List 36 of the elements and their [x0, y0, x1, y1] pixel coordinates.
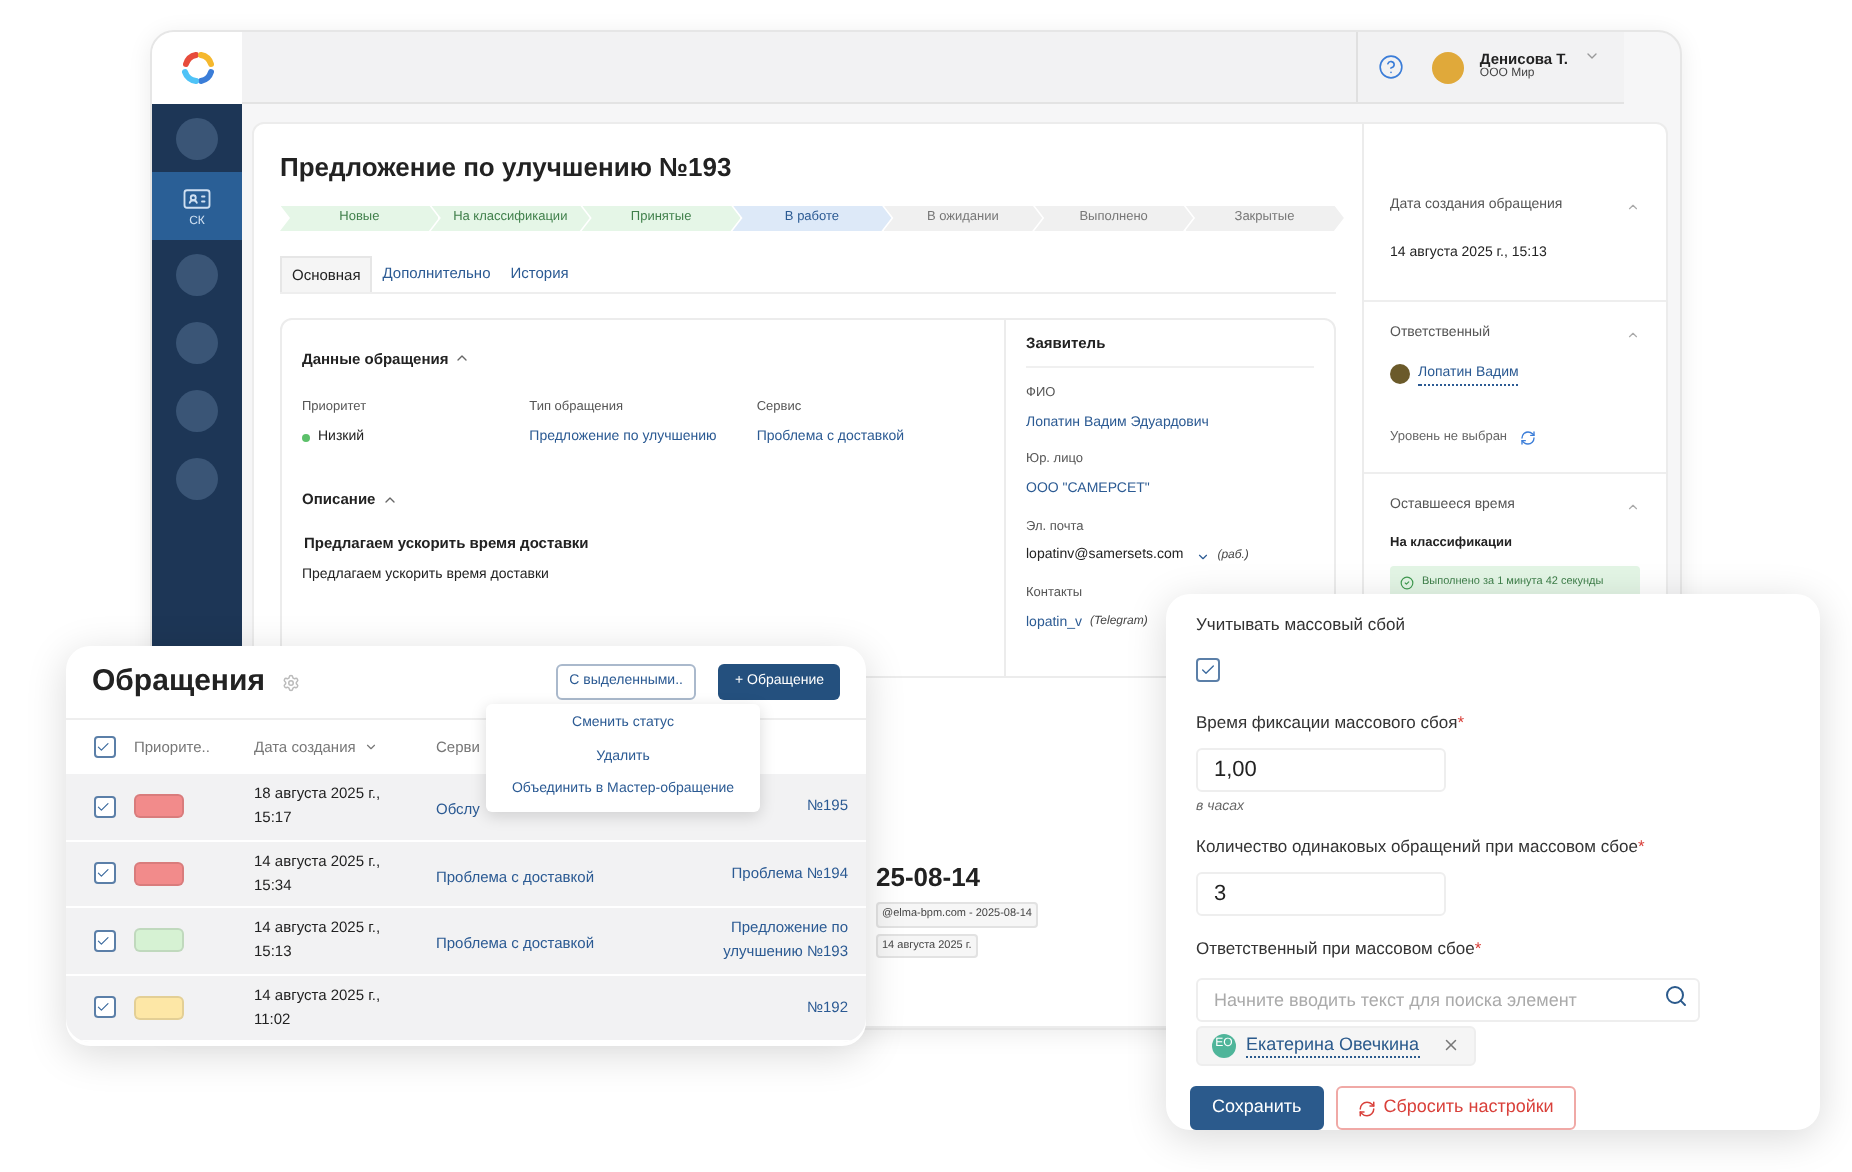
- sort-icon[interactable]: [363, 740, 378, 754]
- help-icon[interactable]: [1377, 54, 1404, 80]
- search-icon[interactable]: [1664, 983, 1688, 1007]
- check-icon: [96, 933, 112, 948]
- refresh-icon[interactable]: [1519, 429, 1536, 446]
- check-icon: [96, 866, 112, 881]
- checkbox[interactable]: [1196, 657, 1220, 682]
- id-card-icon: [182, 184, 212, 214]
- field-label: Время фиксации массового сбоя*: [1196, 709, 1466, 735]
- checkbox[interactable]: [93, 795, 115, 818]
- field-label: Учитывать массовый сбой: [1196, 612, 1407, 638]
- number-field[interactable]: 1,00: [1196, 747, 1446, 791]
- check-icon: [96, 739, 112, 755]
- field-label: Количество одинаковых обращений при массовом сбое*: [1196, 834, 1647, 860]
- search-field[interactable]: Начните вводить текст для поиска элемент: [1196, 977, 1700, 1021]
- ticket-title: Предложение по улучшению №193: [280, 150, 734, 186]
- check-icon: [1200, 661, 1216, 678]
- field-label: Ответственный при массовом сбое*: [1196, 935, 1484, 961]
- check-icon: [96, 1000, 112, 1015]
- history-title: 25-08-14: [876, 859, 981, 896]
- logo-icon: [177, 48, 217, 88]
- checkbox[interactable]: [93, 929, 115, 952]
- refresh-icon: [1357, 1099, 1376, 1117]
- check-icon: [96, 799, 112, 814]
- chevron-down-icon[interactable]: [1195, 550, 1210, 564]
- close-icon[interactable]: [1441, 1036, 1459, 1055]
- card-title: Обращения: [92, 661, 265, 702]
- check-circle-icon: [1400, 575, 1414, 590]
- person-link[interactable]: Екатерина Овечкина: [1246, 1033, 1419, 1058]
- save-button[interactable]: Сохранить: [1190, 1086, 1324, 1130]
- number-field[interactable]: 3: [1196, 871, 1446, 916]
- avatar: [1390, 364, 1410, 385]
- checkbox[interactable]: [93, 996, 115, 1019]
- checkbox[interactable]: [93, 862, 115, 885]
- reset-button[interactable]: Сбросить настройки: [1335, 1086, 1576, 1130]
- checkbox[interactable]: [93, 736, 115, 758]
